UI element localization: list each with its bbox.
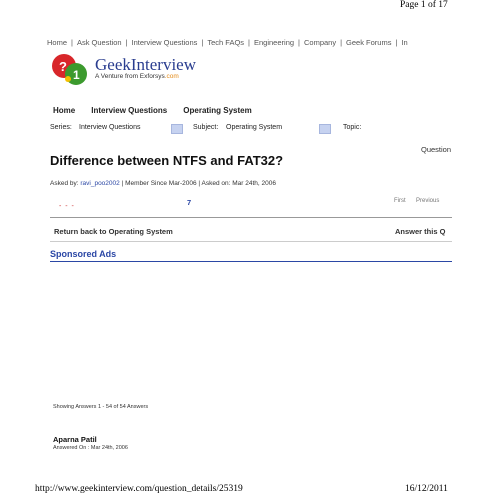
series-label: Series: [50,124,72,131]
asked-by-user-link[interactable]: ravi_poo2002 [80,180,119,187]
section-nav: Home Interview Questions Operating System [53,106,268,115]
series-dropdown[interactable] [171,124,183,134]
member-since-text: | Member Since Mar-2006 | Asked on: Mar … [121,180,276,187]
nav-geek-forums[interactable]: Geek Forums [346,38,391,47]
section-nav-interview-questions[interactable]: Interview Questions [91,106,167,115]
nav-home[interactable]: Home [47,38,67,47]
asked-by-line: Asked by: ravi_poo2002 | Member Since Ma… [50,180,276,187]
nav-tech-faqs[interactable]: Tech FAQs [207,38,244,47]
nav-separator: | [71,38,73,47]
logo-tagline: A Venture from Exforsys.com [95,73,179,80]
logo-balls-icon: ? 1 [52,54,87,85]
page-number: Page 1 of 17 [400,0,448,10]
logo-ball-number: 1 [73,68,80,82]
footer-date: 16/12/2011 [405,484,448,494]
logo-title: GeekInterview [95,55,197,74]
answer-question-link[interactable]: Answer this Q [395,227,445,236]
footer-url: http://www.geekinterview.com/question_de… [35,484,243,494]
pager-previous-link[interactable]: Previous [416,198,439,204]
answer-author: Aparna Patil [53,435,97,444]
answer-date: Answered On : Mar 24th, 2006 [53,445,128,451]
section-nav-operating-system[interactable]: Operating System [183,106,251,115]
subject-value: Operating System [226,124,283,131]
page-title: Difference between NTFS and FAT32? [50,153,284,168]
sponsored-ads-heading: Sponsored Ads [50,249,117,259]
nav-ask-question[interactable]: Ask Question [77,38,122,47]
logo-tagline-domain: .com [164,73,179,80]
nav-separator: | [340,38,343,47]
subject-label: Subject: [193,124,219,131]
rating-dashes: - - - [59,203,75,210]
nav-company[interactable]: Company [304,38,336,47]
logo-ball-question: ? [59,59,67,74]
nav-separator: | [125,38,128,47]
nav-separator: | [248,38,250,47]
return-link[interactable]: Return back to Operating System [54,227,173,236]
nav-separator: | [298,38,300,47]
logo-tagline-prefix: A Venture from Exforsys [95,73,165,80]
divider [50,241,452,242]
subject-dropdown[interactable] [319,124,331,134]
nav-interview-questions[interactable]: Interview Questions [132,38,198,47]
nav-engineering[interactable]: Engineering [254,38,294,47]
topic-label: Topic: [343,124,362,131]
asked-by-label: Asked by: [50,180,79,187]
nav-separator: | [201,38,204,47]
section-nav-home[interactable]: Home [53,106,75,115]
pager-first-link[interactable]: First [394,198,406,204]
top-nav: Home | Ask Question | Interview Questions | Te… [47,38,408,47]
answer-count-link[interactable]: 7 [187,198,191,207]
series-value: Interview Questions [79,124,141,131]
sponsored-divider [50,261,452,262]
divider [50,217,452,218]
nav-separator: | [395,38,398,47]
question-label: Question [421,145,452,154]
answers-count-text: Showing Answers 1 - 54 of 54 Answers [53,404,149,410]
nav-more[interactable]: In [401,38,407,47]
